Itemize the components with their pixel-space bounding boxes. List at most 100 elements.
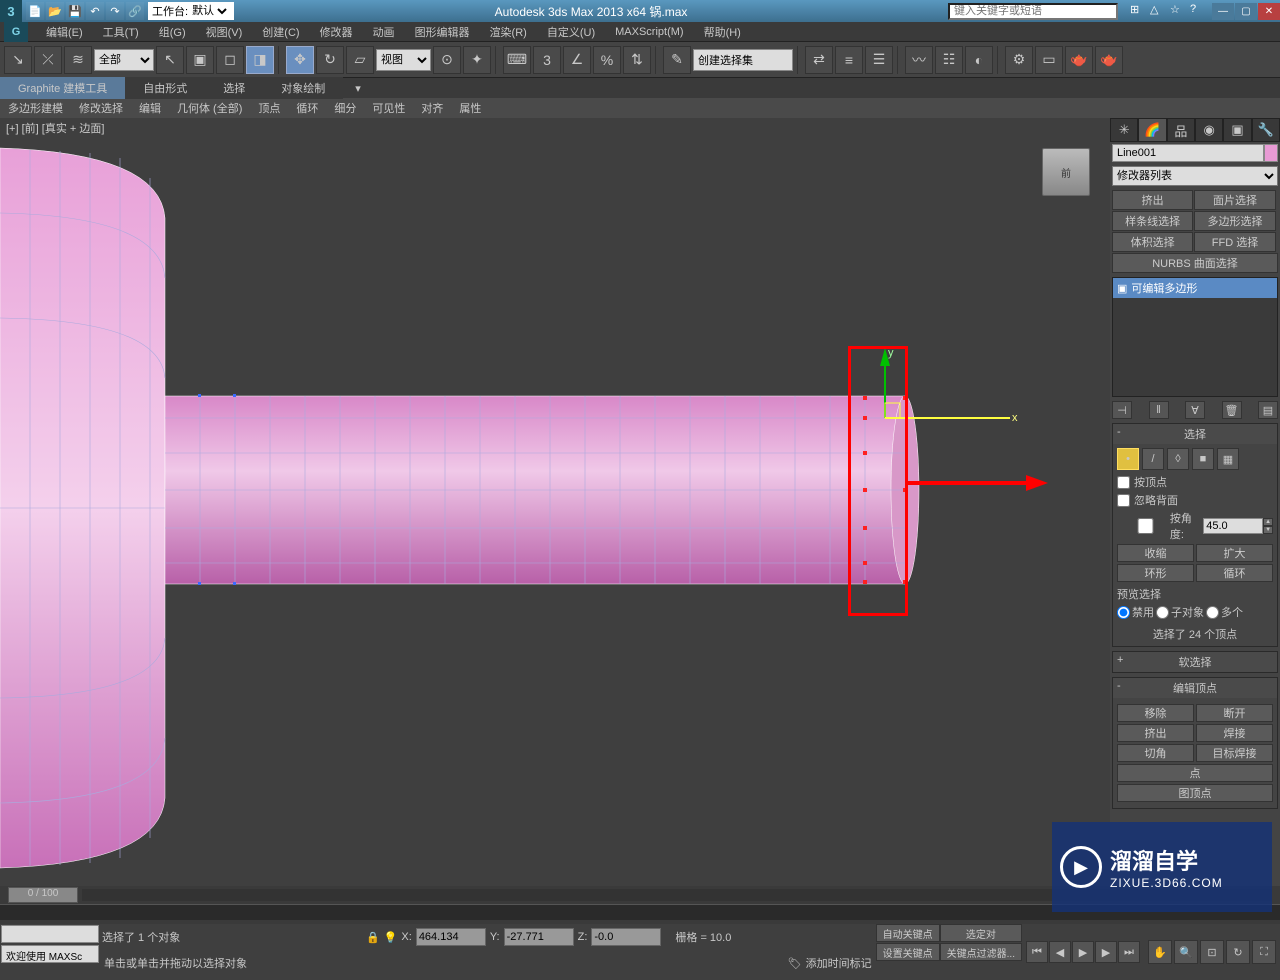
mirror-icon[interactable]: ⇄	[805, 46, 833, 74]
menu-tools[interactable]: 工具(T)	[93, 22, 149, 42]
menu-edit[interactable]: 编辑(E)	[36, 22, 93, 42]
link-icon[interactable]: 🔗	[126, 2, 144, 20]
remove-mod-icon[interactable]: 🗑	[1222, 401, 1242, 419]
rollout-head-selection[interactable]: -选择	[1113, 424, 1277, 444]
sub-modifysel[interactable]: 修改选择	[71, 97, 131, 119]
spinner-up-icon[interactable]: ▲	[1263, 518, 1273, 526]
radio-multi[interactable]: 多个	[1206, 604, 1243, 620]
btn-loop[interactable]: 循环	[1196, 564, 1273, 582]
modifier-stack[interactable]: ▣ 可编辑多边形	[1112, 277, 1278, 397]
zoom-icon[interactable]: 🔍	[1174, 940, 1198, 964]
schematic-icon[interactable]: ☷	[935, 46, 963, 74]
key-filters-button[interactable]: 关键点过滤器...	[940, 943, 1022, 961]
goto-end-icon[interactable]: ⏭	[1118, 941, 1140, 963]
btn-extrude-mod[interactable]: 挤出	[1112, 190, 1193, 210]
add-time-tag[interactable]: 添加时间标记	[806, 955, 872, 971]
angle-input[interactable]	[1203, 518, 1263, 534]
btn-shrink[interactable]: 收缩	[1117, 544, 1194, 562]
workspace-dropdown[interactable]: 默认	[188, 3, 230, 19]
maximize-viewport-icon[interactable]: ⛶	[1252, 940, 1276, 964]
rollout-head-softsel[interactable]: +软选择	[1113, 652, 1277, 672]
subobj-border-icon[interactable]: ◊	[1167, 448, 1189, 470]
bind-spacewarp-icon[interactable]: ≋	[64, 46, 92, 74]
pivot-icon[interactable]: ⊙	[433, 46, 461, 74]
ref-coord-system[interactable]: 视图	[376, 49, 431, 71]
layers-icon[interactable]: ☰	[865, 46, 893, 74]
coord-z-input[interactable]	[591, 928, 661, 946]
sub-geometry[interactable]: 几何体 (全部)	[169, 97, 250, 119]
spinner-down-icon[interactable]: ▼	[1263, 526, 1273, 534]
material-editor-icon[interactable]: ◐	[965, 46, 993, 74]
btn-polysel[interactable]: 多边形选择	[1194, 211, 1275, 231]
snap-angle-icon[interactable]: ∠	[563, 46, 591, 74]
orbit-icon[interactable]: ↻	[1226, 940, 1250, 964]
manip-icon[interactable]: ✦	[463, 46, 491, 74]
render-frame-icon[interactable]: ▭	[1035, 46, 1063, 74]
menu-modifiers[interactable]: 修改器	[310, 22, 363, 42]
coord-x-input[interactable]	[416, 928, 486, 946]
subobj-edge-icon[interactable]: /	[1142, 448, 1164, 470]
maxscript-mini[interactable]	[1, 925, 99, 943]
tab-utilities-icon[interactable]: 🔧	[1252, 118, 1280, 142]
lock-icon[interactable]: 🔒	[366, 931, 380, 944]
tab-modify-icon[interactable]: 🌈	[1138, 118, 1166, 142]
mesh-line001[interactable]: y x	[0, 118, 1110, 886]
unlink-icon[interactable]: ⤫	[34, 46, 62, 74]
tab-display-icon[interactable]: ▣	[1223, 118, 1251, 142]
select-link-icon[interactable]: ↘	[4, 46, 32, 74]
tab-create-icon[interactable]: ✳	[1110, 118, 1138, 142]
goto-start-icon[interactable]: ⏮	[1026, 941, 1048, 963]
select-region-icon[interactable]: ◻	[216, 46, 244, 74]
play-icon[interactable]: ▶	[1072, 941, 1094, 963]
btn-extra2[interactable]: 图顶点	[1117, 784, 1273, 802]
menu-help[interactable]: 帮助(H)	[694, 22, 751, 42]
tab-selection[interactable]: 选择	[205, 77, 263, 99]
snap-percent-icon[interactable]: %	[593, 46, 621, 74]
chk-by-angle[interactable]: 按角度:▲▼	[1117, 510, 1273, 542]
sub-subdiv[interactable]: 细分	[326, 97, 364, 119]
icon-1[interactable]: ⊞	[1130, 3, 1146, 19]
search-input[interactable]	[948, 3, 1118, 20]
chk-by-vertex[interactable]: 按顶点	[1117, 474, 1273, 490]
save-icon[interactable]: 💾	[66, 2, 84, 20]
menu-customize[interactable]: 自定义(U)	[537, 22, 605, 42]
tab-motion-icon[interactable]: ◉	[1195, 118, 1223, 142]
btn-chamfer[interactable]: 切角	[1117, 744, 1194, 762]
btn-volsel[interactable]: 体积选择	[1112, 232, 1193, 252]
subobj-element-icon[interactable]: ▦	[1217, 448, 1239, 470]
rotate-icon[interactable]: ↻	[316, 46, 344, 74]
next-frame-icon[interactable]: ▶	[1095, 941, 1117, 963]
selected-obj-button[interactable]: 选定对	[940, 924, 1022, 942]
coord-y-input[interactable]	[504, 928, 574, 946]
menu-views[interactable]: 视图(V)	[196, 22, 253, 42]
radio-disabled[interactable]: 禁用	[1117, 604, 1154, 620]
undo-icon[interactable]: ↶	[86, 2, 104, 20]
plus-icon[interactable]: ▣	[1117, 282, 1127, 295]
snap-3d-icon[interactable]: 3	[533, 46, 561, 74]
rollout-head-editvert[interactable]: -编辑顶点	[1113, 678, 1277, 698]
sub-edit[interactable]: 编辑	[131, 97, 169, 119]
make-unique-icon[interactable]: ∀	[1185, 401, 1205, 419]
redo-icon[interactable]: ↷	[106, 2, 124, 20]
subobj-vertex-icon[interactable]: •	[1117, 448, 1139, 470]
btn-ring[interactable]: 环形	[1117, 564, 1194, 582]
time-tag-icon[interactable]: 🏷	[788, 957, 802, 970]
minimize-button[interactable]: —	[1212, 3, 1234, 20]
workspace-selector[interactable]: 工作台: 默认	[148, 2, 234, 20]
scale-icon[interactable]: ▱	[346, 46, 374, 74]
object-color-swatch[interactable]	[1264, 144, 1278, 162]
open-icon[interactable]: 📂	[46, 2, 64, 20]
spinner-snap-icon[interactable]: ⇅	[623, 46, 651, 74]
render-icon[interactable]: 🫖	[1065, 46, 1093, 74]
sub-polymodel[interactable]: 多边形建模	[0, 97, 71, 119]
menu-rendering[interactable]: 渲染(R)	[480, 22, 537, 42]
select-name-icon[interactable]: ▣	[186, 46, 214, 74]
time-slider-handle[interactable]: 0 / 100	[8, 887, 78, 903]
tab-paint[interactable]: 对象绘制	[263, 77, 343, 99]
chk-ignore-backfacing[interactable]: 忽略背面	[1117, 492, 1273, 508]
selection-filter[interactable]: 全部	[94, 49, 154, 71]
menu-maxscript[interactable]: MAXScript(M)	[605, 24, 693, 40]
keyboard-shortcut-icon[interactable]: ⌨	[503, 46, 531, 74]
auto-key-button[interactable]: 自动关键点	[876, 924, 940, 942]
render-prod-icon[interactable]: 🫖	[1095, 46, 1123, 74]
